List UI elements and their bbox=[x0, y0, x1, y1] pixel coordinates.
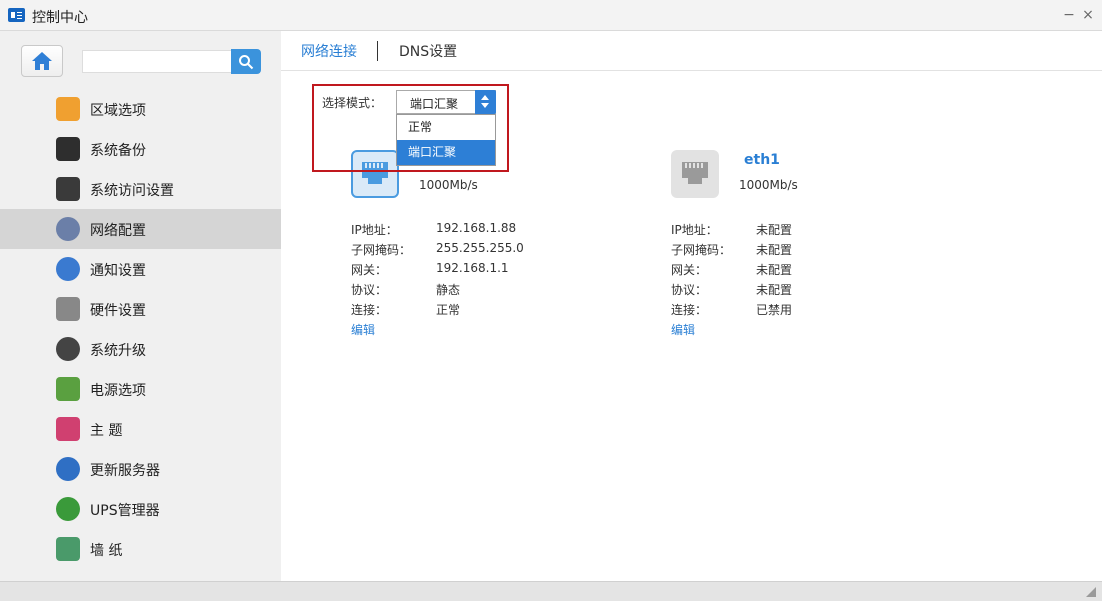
info-value: 未配置 bbox=[756, 243, 793, 257]
user-access-icon bbox=[56, 177, 80, 201]
minimize-button[interactable]: − bbox=[1060, 5, 1078, 25]
info-label: 连接： bbox=[351, 303, 388, 317]
edit-adapter-link[interactable]: 编辑 bbox=[351, 321, 375, 338]
mode-label: 选择模式： bbox=[322, 96, 383, 110]
battery-icon bbox=[56, 377, 80, 401]
sidebar-item-backup[interactable]: 系统备份 bbox=[0, 129, 281, 169]
region-icon bbox=[56, 97, 80, 121]
info-label: 连接： bbox=[671, 303, 708, 317]
sidebar-item-user-access[interactable]: 系统访问设置 bbox=[0, 169, 281, 209]
home-icon bbox=[32, 52, 52, 70]
sidebar-item-label: 更新服务器 bbox=[90, 463, 160, 479]
sidebar: 区域选项系统备份系统访问设置 网络配置通知设置硬件设置系统升级电源选项主 题更新服… bbox=[0, 31, 281, 581]
ups-icon bbox=[56, 497, 80, 521]
mode-option-normal[interactable]: 正常 bbox=[397, 115, 495, 140]
info-value: 未配置 bbox=[756, 223, 793, 237]
info-value: 已禁用 bbox=[756, 303, 793, 317]
adapter-speed: 1000Mb/s bbox=[419, 178, 478, 192]
mode-select-value: 端口汇聚 bbox=[410, 97, 459, 111]
sidebar-item-label: 系统备份 bbox=[90, 143, 146, 159]
search-button[interactable] bbox=[231, 49, 261, 74]
info-value: 未配置 bbox=[756, 283, 793, 297]
sidebar-item-label: UPS管理器 bbox=[90, 503, 160, 519]
info-label: 网关： bbox=[351, 263, 388, 277]
select-arrows-icon bbox=[475, 90, 496, 114]
tab-network-connection[interactable]: 网络连接 bbox=[301, 41, 357, 61]
tab-bar: 网络连接 DNS设置 bbox=[281, 31, 1102, 71]
theme-icon bbox=[56, 417, 80, 441]
tab-divider bbox=[377, 41, 378, 61]
search-icon bbox=[239, 55, 254, 70]
sidebar-item-label: 墙 纸 bbox=[90, 543, 123, 559]
search-input[interactable] bbox=[82, 50, 232, 73]
info-label: IP地址： bbox=[671, 223, 718, 237]
control-center-icon bbox=[8, 8, 25, 22]
info-value: 静态 bbox=[436, 283, 461, 297]
sidebar-item-network[interactable]: 网络配置 bbox=[0, 209, 281, 249]
info-label: 协议： bbox=[671, 283, 708, 297]
adapter-speed: 1000Mb/s bbox=[739, 178, 798, 192]
mode-option-port-aggregation[interactable]: 端口汇聚 bbox=[397, 140, 495, 165]
tools-icon bbox=[56, 297, 80, 321]
server-icon bbox=[56, 457, 80, 481]
resize-grip-icon[interactable] bbox=[1086, 587, 1096, 597]
info-label: IP地址： bbox=[351, 223, 398, 237]
sidebar-item-bell[interactable]: 通知设置 bbox=[0, 249, 281, 289]
sidebar-item-label: 电源选项 bbox=[90, 383, 146, 399]
sidebar-item-wallpaper[interactable]: 墙 纸 bbox=[0, 529, 281, 569]
globe-icon bbox=[56, 337, 80, 361]
info-label: 子网掩码： bbox=[351, 243, 412, 257]
tab-dns-settings[interactable]: DNS设置 bbox=[399, 41, 457, 61]
info-value: 正常 bbox=[436, 303, 461, 317]
sidebar-item-label: 硬件设置 bbox=[90, 303, 146, 319]
main-panel: 网络连接 DNS设置 1000Mb/s IP地址： 192.168.1.88 子网掩… bbox=[281, 31, 1102, 581]
status-bar bbox=[0, 581, 1102, 601]
sidebar-item-tools[interactable]: 硬件设置 bbox=[0, 289, 281, 329]
sidebar-item-label: 通知设置 bbox=[90, 263, 146, 279]
sidebar-item-label: 系统访问设置 bbox=[90, 183, 174, 199]
info-value: 未配置 bbox=[756, 263, 793, 277]
info-value: 255.255.255.0 bbox=[436, 241, 524, 255]
info-label: 网关： bbox=[671, 263, 708, 277]
sidebar-item-region[interactable]: 区域选项 bbox=[0, 89, 281, 129]
sidebar-item-ups[interactable]: UPS管理器 bbox=[0, 489, 281, 529]
info-label: 协议： bbox=[351, 283, 388, 297]
close-button[interactable]: × bbox=[1079, 5, 1097, 25]
sidebar-item-globe[interactable]: 系统升级 bbox=[0, 329, 281, 369]
network-icon bbox=[56, 217, 80, 241]
sidebar-item-theme[interactable]: 主 题 bbox=[0, 409, 281, 449]
bell-icon bbox=[56, 257, 80, 281]
sidebar-item-label: 区域选项 bbox=[90, 103, 146, 119]
mode-dropdown-list: 正常 端口汇聚 bbox=[396, 114, 496, 166]
title-bar: 控制中心 − × bbox=[0, 0, 1102, 31]
sidebar-item-server[interactable]: 更新服务器 bbox=[0, 449, 281, 489]
edit-adapter-link[interactable]: 编辑 bbox=[671, 321, 695, 338]
backup-icon bbox=[56, 137, 80, 161]
home-button[interactable] bbox=[21, 45, 63, 77]
wallpaper-icon bbox=[56, 537, 80, 561]
sidebar-item-label: 系统升级 bbox=[90, 343, 146, 359]
sidebar-item-battery[interactable]: 电源选项 bbox=[0, 369, 281, 409]
sidebar-item-label: 网络配置 bbox=[90, 223, 146, 239]
adapter-name: eth1 bbox=[744, 152, 780, 168]
info-value: 192.168.1.1 bbox=[436, 261, 509, 275]
info-value: 192.168.1.88 bbox=[436, 221, 517, 235]
ethernet-port-icon bbox=[671, 150, 719, 198]
sidebar-item-label: 主 题 bbox=[90, 423, 123, 439]
mode-select[interactable]: 端口汇聚 bbox=[396, 90, 496, 114]
window-title: 控制中心 bbox=[32, 10, 88, 26]
info-label: 子网掩码： bbox=[671, 243, 732, 257]
